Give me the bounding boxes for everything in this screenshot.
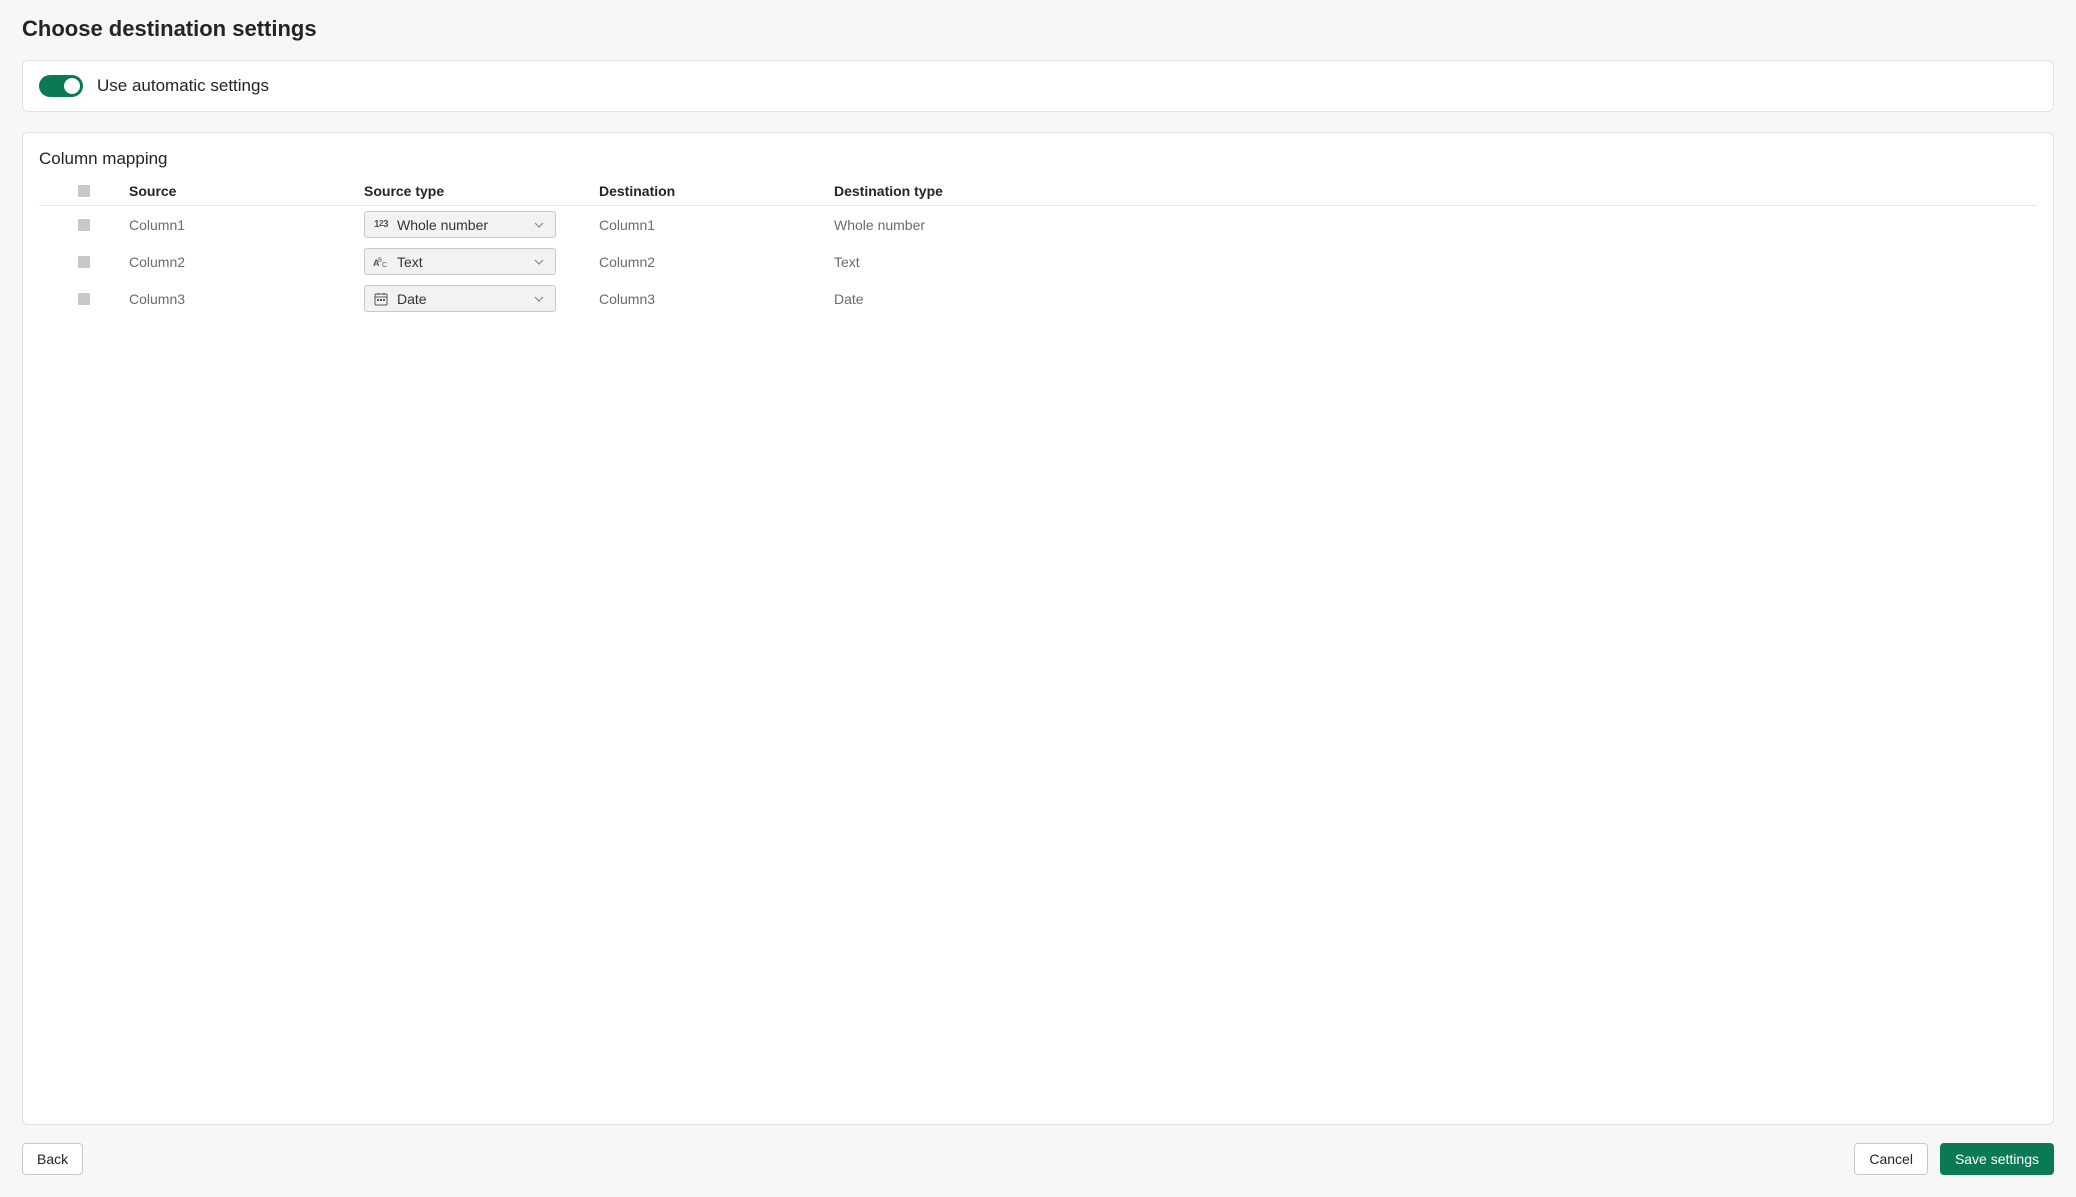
source-cell: Column2 <box>129 254 364 270</box>
table-header-row: Source Source type Destination Destinati… <box>39 183 2037 206</box>
auto-settings-card: Use automatic settings <box>22 60 2054 112</box>
mapping-table: Source Source type Destination Destinati… <box>39 183 2037 317</box>
text-type-icon: A B C <box>373 254 389 270</box>
chevron-down-icon <box>531 291 547 307</box>
header-source: Source <box>129 183 364 199</box>
destination-cell: Column2 <box>599 254 834 270</box>
save-settings-button[interactable]: Save settings <box>1940 1143 2054 1175</box>
destination-cell: Column1 <box>599 217 834 233</box>
table-row: Column1 123 Whole number Column1 Whole n… <box>39 206 2037 243</box>
destination-type-cell: Whole number <box>834 217 2037 233</box>
destination-type-cell: Text <box>834 254 2037 270</box>
source-cell: Column1 <box>129 217 364 233</box>
select-all-checkbox[interactable] <box>78 185 90 197</box>
footer: Back Cancel Save settings <box>22 1143 2054 1175</box>
source-type-label: Whole number <box>397 217 488 233</box>
chevron-down-icon <box>531 254 547 270</box>
header-destination-type: Destination type <box>834 183 2037 199</box>
row-checkbox[interactable] <box>78 256 90 268</box>
source-type-label: Text <box>397 254 423 270</box>
whole-number-type-icon: 123 <box>373 217 389 233</box>
toggle-knob <box>64 78 80 94</box>
header-source-type: Source type <box>364 183 599 199</box>
source-type-label: Date <box>397 291 427 307</box>
chevron-down-icon <box>531 217 547 233</box>
svg-text:C: C <box>382 262 387 269</box>
cancel-button[interactable]: Cancel <box>1854 1143 1928 1175</box>
row-checkbox[interactable] <box>78 219 90 231</box>
column-mapping-card: Column mapping Source Source type Destin… <box>22 132 2054 1125</box>
row-checkbox[interactable] <box>78 293 90 305</box>
destination-type-cell: Date <box>834 291 2037 307</box>
table-row: Column2 A B C Text <box>39 243 2037 280</box>
source-type-dropdown[interactable]: Date <box>364 285 556 312</box>
auto-settings-label: Use automatic settings <box>97 76 269 96</box>
section-title: Column mapping <box>39 149 2037 169</box>
source-cell: Column3 <box>129 291 364 307</box>
date-type-icon <box>373 291 389 307</box>
source-type-dropdown[interactable]: 123 Whole number <box>364 211 556 238</box>
back-button[interactable]: Back <box>22 1143 83 1175</box>
header-destination: Destination <box>599 183 834 199</box>
table-row: Column3 <box>39 280 2037 317</box>
source-type-dropdown[interactable]: A B C Text <box>364 248 556 275</box>
page-title: Choose destination settings <box>22 16 2054 42</box>
destination-cell: Column3 <box>599 291 834 307</box>
auto-settings-toggle[interactable] <box>39 75 83 97</box>
